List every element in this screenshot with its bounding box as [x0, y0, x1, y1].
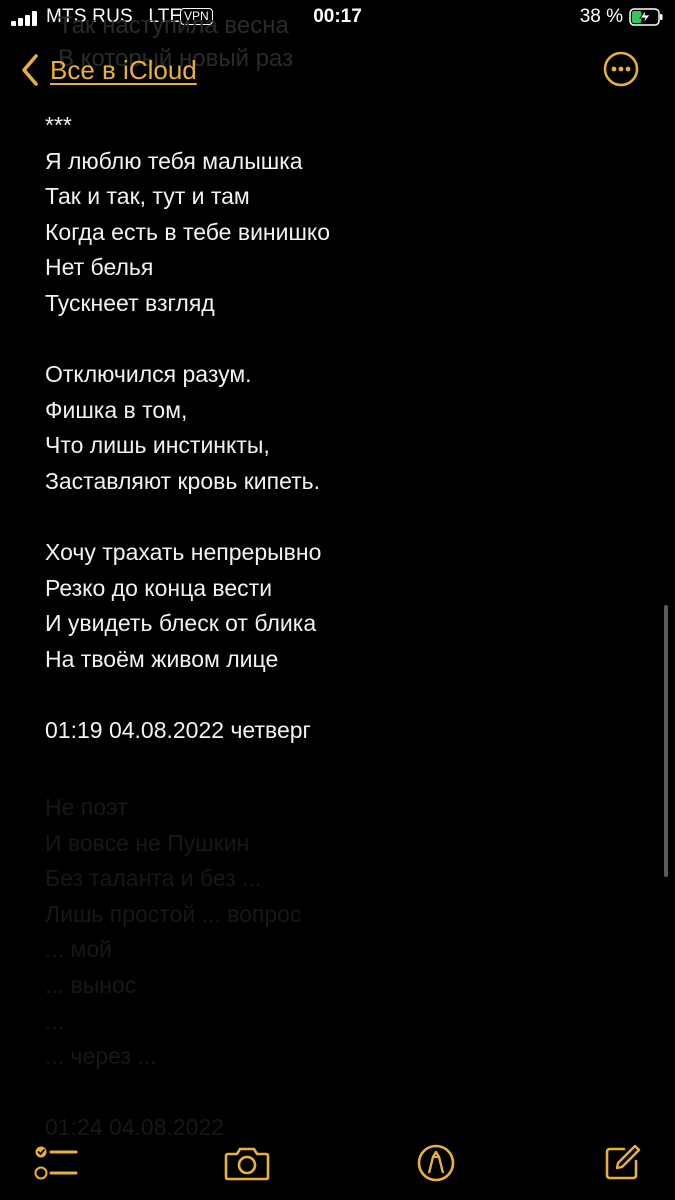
note-line-faded: Не поэт	[45, 794, 128, 820]
note-line: Я люблю тебя малышка	[45, 147, 303, 174]
note-line-faded: И вовсе не Пушкин	[45, 829, 250, 856]
note-line: На твоём живом лице	[45, 645, 279, 672]
camera-button[interactable]	[222, 1138, 272, 1188]
note-line-faded: ...	[45, 1007, 65, 1034]
camera-icon	[224, 1147, 270, 1181]
note-line-faded: Лишь простой ... вопрос	[45, 900, 302, 927]
more-options-icon[interactable]	[603, 51, 639, 87]
note-line: Резко до конца вести	[45, 574, 273, 601]
note-line: ***	[45, 112, 72, 138]
markup-button[interactable]	[411, 1138, 461, 1188]
back-button-label: Все в iCloud	[50, 54, 197, 85]
ghost-line-1: Так наступила весна	[58, 12, 289, 39]
checklist-icon	[34, 1146, 78, 1180]
battery-charging-icon	[629, 8, 663, 26]
note-line: Что лишь инстинкты,	[45, 432, 270, 459]
note-line: Хочу трахать непрерывно	[45, 539, 322, 566]
note-line: Так и так, тут и там	[45, 183, 250, 210]
note-line-faded: ... мой	[45, 936, 113, 963]
note-line: Отключился разум.	[45, 361, 252, 388]
note-line	[45, 500, 635, 536]
note-line-faded: ... через ...	[45, 1043, 157, 1070]
compose-icon	[605, 1144, 641, 1180]
note-line: Нет белья	[45, 254, 154, 281]
note-body[interactable]: *** Я люблю тебя малышка Так и так, тут и …	[45, 108, 635, 749]
note-line: Заставляют кровь кипеть.	[45, 467, 321, 494]
bottom-toolbar	[0, 1128, 675, 1200]
back-button[interactable]: Все в iCloud	[20, 52, 197, 88]
note-line: Тускнеет взгляд	[45, 289, 215, 316]
note-line: И увидеть блеск от блика	[45, 610, 317, 637]
chevron-left-icon	[22, 54, 38, 86]
note-line-faded: ... вынос	[45, 971, 137, 998]
markup-pen-icon	[417, 1144, 455, 1182]
note-body-faded: Не поэт И вовсе не Пушкин Без таланта и бе…	[45, 790, 635, 1146]
battery-percent: 38 %	[579, 6, 623, 27]
note-line: Фишка в том,	[45, 396, 188, 423]
note-line	[45, 322, 635, 358]
note-line	[45, 678, 635, 714]
note-line: Когда есть в тебе винишко	[45, 218, 331, 245]
scrollbar[interactable]	[664, 605, 668, 877]
note-line: 01:19 04.08.2022 четверг	[45, 717, 311, 744]
note-line-faded: Без таланта и без ...	[45, 865, 262, 892]
compose-button[interactable]	[597, 1138, 647, 1188]
note-line-faded	[45, 1075, 635, 1111]
checklist-button[interactable]	[31, 1138, 81, 1188]
